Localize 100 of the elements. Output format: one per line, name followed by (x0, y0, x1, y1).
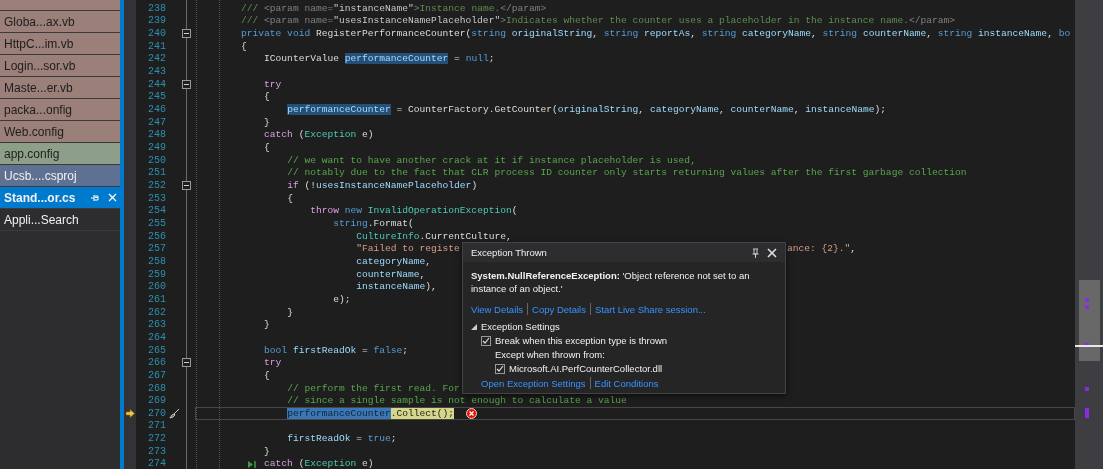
code-line: private void RegisterPerformanceCounter(string originalString, string reportAs, string categoryName, string counterName, string instanceName, bo (241, 28, 1071, 40)
line-number: 274 (147, 458, 166, 469)
code-line: CultureInfo.CurrentCulture, (356, 230, 512, 242)
brush-icon[interactable] (168, 407, 180, 419)
file-tab-label: HttpC...im.vb (4, 36, 74, 51)
file-tab-label: app.config (4, 146, 60, 161)
scroll-bar[interactable] (1075, 0, 1103, 469)
code-line: // perform the first read. For (287, 382, 460, 394)
popup-link[interactable]: Edit Conditions (594, 377, 659, 389)
popup-title: Exception Thrown (471, 247, 547, 258)
file-tab-label: Stand...or.cs (4, 190, 76, 205)
collapse-icon[interactable] (182, 358, 191, 368)
popup-link[interactable]: Start Live Share session... (594, 303, 706, 315)
code-line: firstReadOk = true; (287, 433, 397, 445)
file-tab-label: Globa...ax.vb (4, 14, 75, 29)
code-line: categoryName, (356, 255, 432, 267)
file-tab-label: Ucsb....csproj (4, 168, 77, 183)
collapse-icon[interactable] (182, 79, 191, 89)
code-line: } (264, 319, 270, 331)
code-line: { (264, 369, 270, 381)
file-tab-label: Maste...er.vb (4, 80, 73, 95)
line-number: 270 (147, 407, 166, 419)
line-number: 258 (147, 255, 166, 267)
code-line: ance: {2}.", (787, 243, 857, 255)
file-tab[interactable]: Ucsb....csproj (0, 165, 120, 187)
code-line: } (264, 116, 270, 128)
code-line: performanceCounter.Collect(); (287, 407, 455, 419)
line-number: 247 (147, 116, 166, 128)
line-number: 254 (147, 205, 166, 217)
code-line: "Failed to registe (356, 243, 460, 255)
line-number: 248 (147, 129, 166, 141)
line-number: 267 (147, 369, 166, 381)
file-tab[interactable] (0, 0, 120, 11)
code-line: { (264, 91, 270, 103)
exception-message: System.NullReferenceException: 'Object reference not set to an instance of an object.' (471, 269, 751, 295)
pin-icon[interactable] (752, 247, 759, 258)
line-number: 244 (147, 78, 166, 90)
line-number: 253 (147, 192, 166, 204)
file-tab-label: Appli...Search (4, 212, 79, 227)
file-tab[interactable]: packa...onfig (0, 99, 120, 121)
file-tab-label: Login...sor.vb (4, 58, 76, 73)
run-to-click-icon[interactable] (247, 459, 257, 469)
line-number: 266 (147, 357, 166, 369)
popup-link[interactable]: Open Exception Settings (481, 377, 586, 389)
line-number: 261 (147, 293, 166, 305)
collapse-icon[interactable] (182, 29, 191, 39)
code-line: e); (333, 293, 351, 305)
code-line: /// <param name="usesInstanceNamePlaceholder">Indicates whether the counter uses a placeholder in the instance name.</param> (241, 15, 955, 27)
code-line: throw new InvalidOperationException( (310, 205, 518, 217)
line-number: 242 (147, 53, 166, 65)
checkbox[interactable] (481, 335, 491, 346)
collapse-icon[interactable] (182, 181, 191, 190)
line-number: 262 (147, 306, 166, 318)
line-number: 269 (147, 395, 166, 407)
file-tab[interactable]: Stand...or.cs (0, 187, 120, 209)
error-icon (466, 407, 478, 419)
line-number: 238 (147, 2, 166, 14)
code-line: catch (Exception e) (264, 458, 374, 469)
code-line: instanceName), (356, 281, 437, 293)
settings-heading: Exception Settings (481, 321, 560, 332)
line-number: 273 (147, 445, 166, 457)
file-tab[interactable]: Globa...ax.vb (0, 11, 120, 33)
line-number: 268 (147, 382, 166, 394)
line-number: 241 (147, 40, 166, 52)
line-number: 264 (147, 331, 166, 343)
pin-icon[interactable] (90, 192, 100, 203)
file-tab-label: packa...onfig (4, 102, 73, 117)
expanded-triangle-icon[interactable] (471, 323, 477, 330)
line-number: 249 (147, 142, 166, 154)
file-tab-label: Web.config (4, 124, 64, 139)
code-line: performanceCounter = CounterFactory.GetCounter(originalString, categoryName, counterName, instanceName); (287, 104, 886, 116)
line-number: 240 (147, 28, 166, 40)
line-number: 243 (147, 66, 166, 78)
line-number: 263 (147, 319, 166, 331)
file-tab[interactable]: Web.config (0, 121, 120, 143)
popup-link[interactable]: Copy Details (532, 303, 586, 315)
file-tab[interactable]: Maste...er.vb (0, 77, 120, 99)
line-number: 250 (147, 154, 166, 166)
code-line: } (264, 445, 270, 457)
file-tab[interactable]: HttpC...im.vb (0, 33, 120, 55)
checkbox[interactable] (495, 363, 505, 374)
line-number: 256 (147, 230, 166, 242)
line-number: 251 (147, 167, 166, 179)
line-number: 245 (147, 91, 166, 103)
code-line: string.Format( (333, 218, 414, 229)
code-line: if (!usesInstanceNamePlaceholder) (287, 180, 478, 191)
file-tab[interactable]: Login...sor.vb (0, 55, 120, 77)
code-line: catch (Exception e) (264, 129, 374, 141)
line-number: 257 (147, 243, 166, 255)
code-line: } (287, 306, 293, 318)
checkbox-label: Microsoft.AI.PerfCounterCollector.dll (509, 363, 663, 374)
code-line: counterName, (356, 268, 426, 280)
close-icon[interactable] (767, 247, 777, 258)
code-line: { (287, 192, 293, 204)
code-line: try (264, 78, 282, 90)
popup-link[interactable]: View Details (471, 303, 524, 315)
file-tab[interactable]: app.config (0, 143, 120, 165)
code-line: // since a single sample is not enough to calculate a value (287, 395, 627, 407)
line-number: 260 (147, 281, 166, 293)
code-line: ICounterValue performanceCounter = null; (264, 53, 495, 65)
